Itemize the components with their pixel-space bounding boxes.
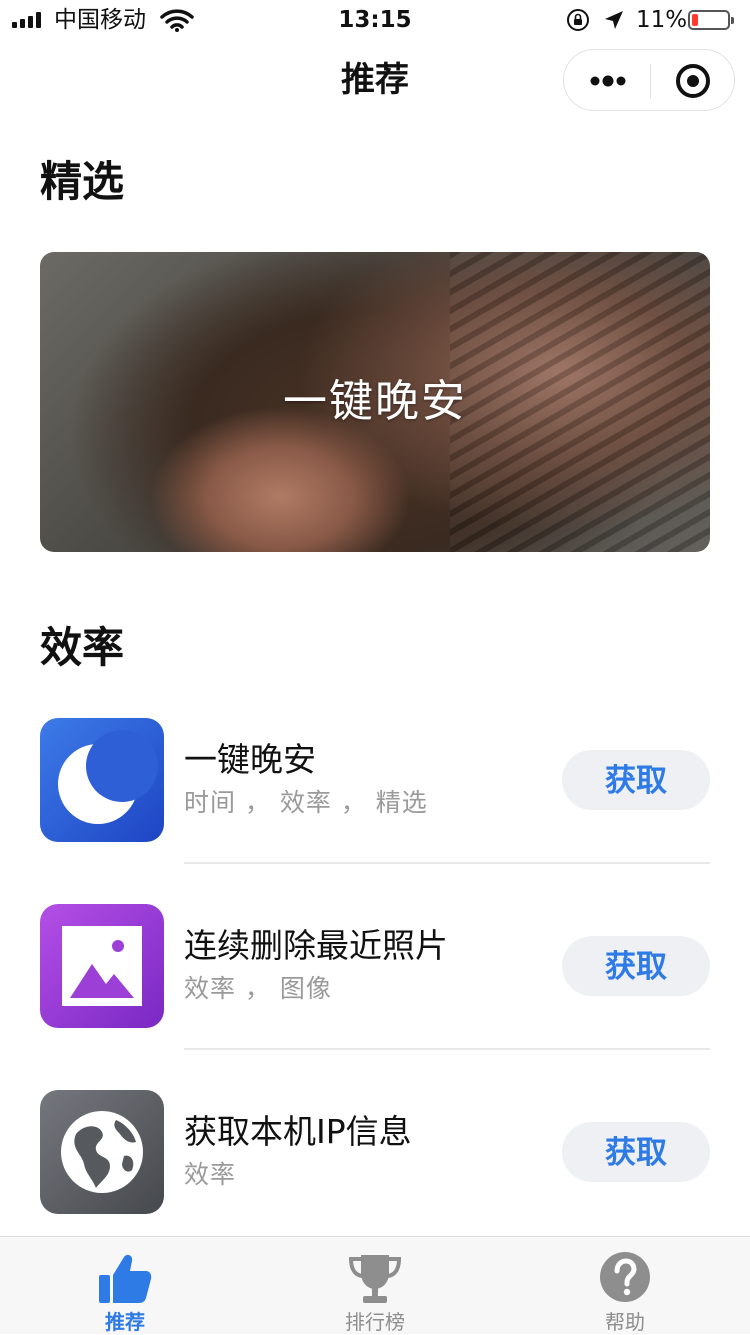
row-divider xyxy=(184,1048,710,1050)
get-button[interactable]: 获取 xyxy=(562,1122,710,1182)
tab-bar: 推荐 排行榜 帮助 xyxy=(0,1236,750,1334)
tab-label: 推荐 xyxy=(105,1310,145,1334)
get-button[interactable]: 获取 xyxy=(562,936,710,996)
featured-banner[interactable]: 一键晚安 xyxy=(40,252,710,552)
thumbs-up-icon xyxy=(99,1254,152,1303)
app-name: 一键晚安 xyxy=(184,740,316,779)
moon-icon xyxy=(40,718,164,842)
list-item[interactable]: 连续删除最近照片 效率 ， 图像 获取 xyxy=(0,904,750,1090)
globe-icon xyxy=(40,1090,164,1214)
photo-icon xyxy=(40,904,164,1028)
more-dots-icon[interactable] xyxy=(588,69,628,93)
tab-label: 排行榜 xyxy=(345,1310,405,1334)
list-item[interactable]: 一键晚安 时间 ， 效率 ， 精选 获取 xyxy=(0,718,750,904)
trophy-icon xyxy=(348,1255,402,1303)
app-name: 连续删除最近照片 xyxy=(184,926,448,965)
miniprogram-capsule xyxy=(563,49,735,111)
featured-section-title: 精选 xyxy=(40,157,125,206)
battery-icon xyxy=(688,10,734,30)
status-bar: 中国移动 13:15 11% xyxy=(0,0,750,40)
capsule-divider xyxy=(650,64,651,98)
banner-label: 一键晚安 xyxy=(283,376,467,427)
rotation-lock-icon xyxy=(567,9,589,31)
help-icon xyxy=(600,1252,650,1302)
location-arrow-icon xyxy=(605,11,623,29)
tab-recommend[interactable]: 推荐 xyxy=(0,1237,250,1335)
app-tags: 时间 ， 效率 ， 精选 xyxy=(184,788,428,817)
app-tags: 效率 ， 图像 xyxy=(184,974,332,1003)
close-target-icon[interactable] xyxy=(674,62,712,100)
app-tags: 效率 xyxy=(184,1160,237,1189)
battery-level xyxy=(692,14,698,26)
tab-label: 帮助 xyxy=(605,1310,645,1334)
tab-ranking[interactable]: 排行榜 xyxy=(250,1237,500,1335)
battery-percent: 11% xyxy=(636,7,688,33)
app-name: 获取本机IP信息 xyxy=(184,1112,412,1151)
get-button[interactable]: 获取 xyxy=(562,750,710,810)
row-divider xyxy=(184,862,710,864)
efficiency-section-title: 效率 xyxy=(40,623,125,672)
tab-help[interactable]: 帮助 xyxy=(500,1237,750,1335)
